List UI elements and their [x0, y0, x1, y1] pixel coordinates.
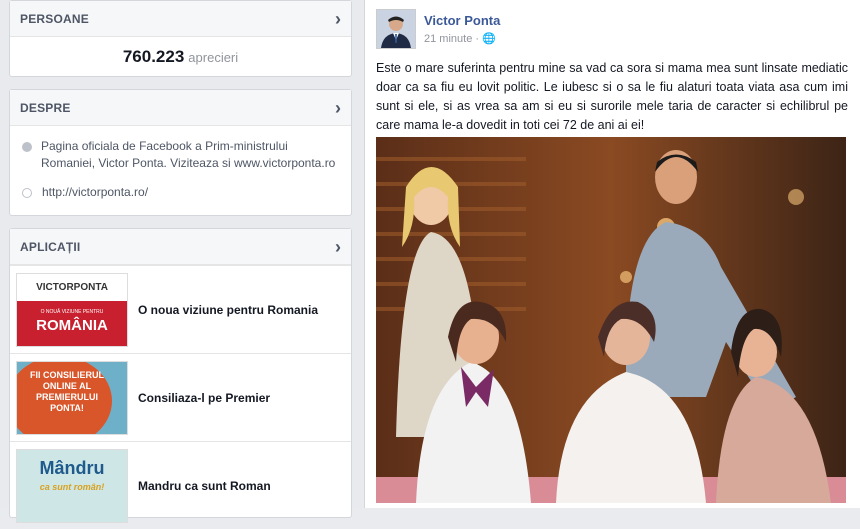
chevron-right-icon[interactable]: › [335, 99, 341, 117]
chevron-right-icon[interactable]: › [335, 10, 341, 28]
about-website-row[interactable]: http://victorponta.ro/ [10, 184, 351, 201]
people-title: PERSOANE [20, 11, 89, 26]
chevron-right-icon[interactable]: › [335, 238, 341, 256]
app-label-mandru[interactable]: Mandru ca sunt Roman [138, 479, 271, 493]
info-icon [22, 142, 32, 152]
app-label-consiliaza[interactable]: Consiliaza-l pe Premier [138, 391, 270, 405]
about-title: DESPRE [20, 100, 71, 115]
about-website-link[interactable]: http://victorponta.ro/ [42, 184, 148, 201]
people-header[interactable]: PERSOANE › [10, 1, 351, 37]
apps-card: APLICAȚII › VICTORPONTA O NOUĂ VIZIUNE P… [9, 228, 352, 523]
app-thumbnail-mandru[interactable]: Mândru ca sunt român! [16, 448, 128, 523]
app-thumbnail-viziune[interactable]: VICTORPONTA O NOUĂ VIZIUNE PENTRU ROMÂNI… [16, 272, 128, 347]
about-description-row: Pagina oficiala de Facebook a Prim-minis… [10, 138, 351, 172]
app-item-consiliaza[interactable]: FII CONSILIERUL ONLINE AL PREMIERULUI PO… [10, 353, 351, 441]
app-label-viziune[interactable]: O noua viziune pentru Romania [138, 303, 318, 317]
post-meta: 21 minute · 🌐 [424, 32, 496, 45]
apps-header[interactable]: APLICAȚII › [10, 229, 351, 265]
app-item-viziune[interactable]: VICTORPONTA O NOUĂ VIZIUNE PENTRU ROMÂNI… [10, 265, 351, 353]
app-thumbnail-consiliaza[interactable]: FII CONSILIERUL ONLINE AL PREMIERULUI PO… [16, 360, 128, 435]
people-card: PERSOANE › 760.223 aprecieri [9, 0, 352, 77]
about-description: Pagina oficiala de Facebook a Prim-minis… [41, 139, 336, 170]
likes-number: 760.223 [122, 47, 185, 66]
thumb-subtitle: O NOUĂ VIZIUNE PENTRU [40, 308, 104, 315]
thumb-brand: VICTORPONTA [36, 281, 108, 293]
person-icon [377, 10, 415, 48]
thumb-romania: ROMÂNIA [36, 316, 108, 334]
family-photo-image [376, 137, 846, 503]
post-text: Este o mare suferinta pentru mine sa vad… [376, 61, 848, 132]
post-photo[interactable] [376, 137, 846, 503]
likes-label: aprecieri [188, 50, 239, 65]
post-time[interactable]: 21 minute [424, 33, 472, 45]
author-avatar[interactable] [376, 9, 416, 49]
app-item-mandru[interactable]: Mândru ca sunt român! Mandru ca sunt Rom… [10, 441, 351, 529]
thumb-red-band: O NOUĂ VIZIUNE PENTRU ROMÂNIA [17, 300, 127, 346]
about-header[interactable]: DESPRE › [10, 90, 351, 126]
apps-title: APLICAȚII [20, 239, 81, 254]
likes-count[interactable]: 760.223 aprecieri [10, 37, 351, 67]
post-author[interactable]: Victor Ponta [424, 13, 500, 28]
public-globe-icon[interactable]: 🌐 [482, 33, 496, 45]
post-card: Victor Ponta 21 minute · 🌐 Este o mare s… [364, 0, 860, 508]
thumb-consiliaza-text: FII CONSILIERUL ONLINE AL PREMIERULUI PO… [30, 369, 104, 413]
about-card: DESPRE › Pagina oficiala de Facebook a P… [9, 89, 352, 216]
thumb-roman: ca sunt român! [39, 481, 105, 492]
thumb-mandru: Mândru [39, 457, 105, 478]
left-column: PERSOANE › 760.223 aprecieri DESPRE › Pag… [0, 0, 362, 523]
globe-icon [22, 188, 32, 198]
